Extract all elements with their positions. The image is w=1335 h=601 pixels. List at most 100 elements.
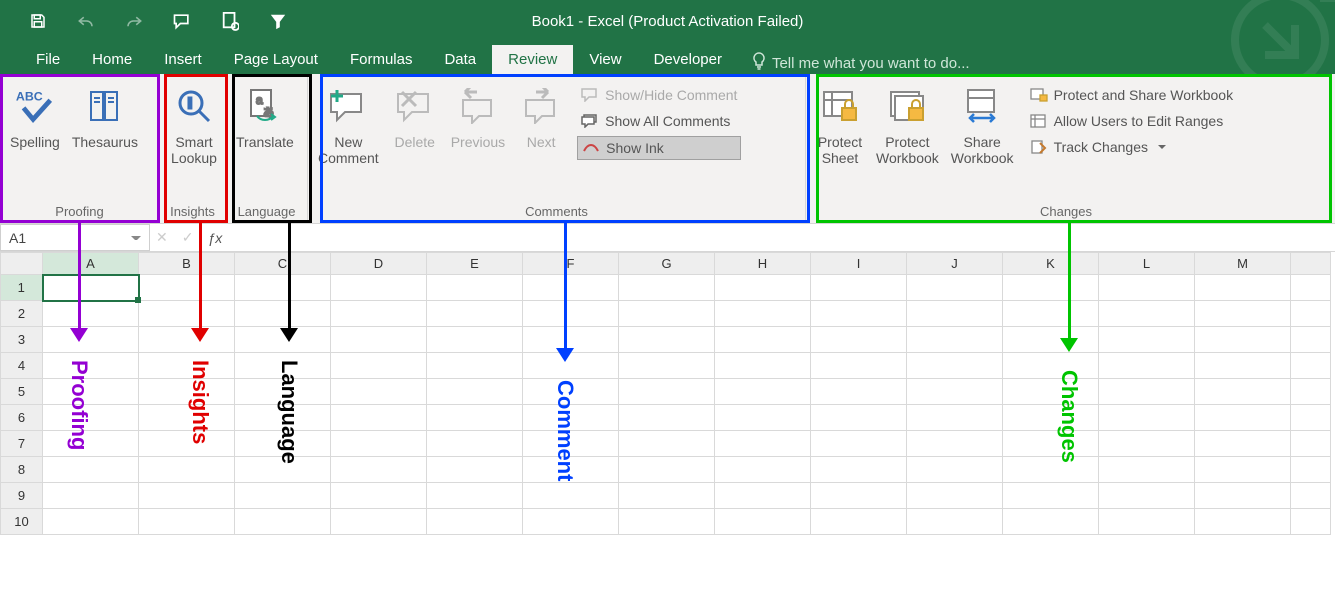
col-header[interactable]: A <box>43 253 139 275</box>
cell[interactable] <box>43 431 139 457</box>
cell[interactable] <box>1291 509 1331 535</box>
cell[interactable] <box>811 327 907 353</box>
cell[interactable] <box>811 301 907 327</box>
fx-icon[interactable]: ƒx <box>207 230 222 246</box>
select-all-corner[interactable] <box>1 253 43 275</box>
cell[interactable] <box>1003 431 1099 457</box>
col-header[interactable]: I <box>811 253 907 275</box>
cell[interactable] <box>427 509 523 535</box>
cell[interactable] <box>907 457 1003 483</box>
col-header[interactable]: L <box>1099 253 1195 275</box>
col-header[interactable]: H <box>715 253 811 275</box>
cell[interactable] <box>715 327 811 353</box>
row-header[interactable]: 9 <box>1 483 43 509</box>
cell[interactable] <box>811 483 907 509</box>
cell[interactable] <box>619 327 715 353</box>
protect-sheet-button[interactable]: Protect Sheet <box>810 80 870 168</box>
cell[interactable] <box>1099 483 1195 509</box>
cell[interactable] <box>43 275 139 301</box>
cell[interactable] <box>139 379 235 405</box>
cell[interactable] <box>427 379 523 405</box>
cell[interactable] <box>139 275 235 301</box>
share-workbook-button[interactable]: Share Workbook <box>945 80 1020 168</box>
cell[interactable] <box>1195 379 1291 405</box>
cell[interactable] <box>1291 457 1331 483</box>
cell[interactable] <box>907 483 1003 509</box>
cell[interactable] <box>139 483 235 509</box>
cell[interactable] <box>1003 405 1099 431</box>
cell[interactable] <box>1195 431 1291 457</box>
cell[interactable] <box>1195 353 1291 379</box>
cell[interactable] <box>235 327 331 353</box>
cell[interactable] <box>1099 353 1195 379</box>
cell[interactable] <box>811 457 907 483</box>
cell[interactable] <box>907 301 1003 327</box>
cell[interactable] <box>1003 353 1099 379</box>
cell[interactable] <box>523 275 619 301</box>
cell[interactable] <box>235 275 331 301</box>
cell[interactable] <box>811 275 907 301</box>
cell[interactable] <box>331 275 427 301</box>
cell[interactable] <box>1291 327 1331 353</box>
cell[interactable] <box>1291 379 1331 405</box>
cell[interactable] <box>715 405 811 431</box>
cell[interactable] <box>427 483 523 509</box>
cell[interactable] <box>331 301 427 327</box>
name-box-dropdown-icon[interactable] <box>131 236 141 246</box>
cell[interactable] <box>1291 301 1331 327</box>
col-header[interactable]: B <box>139 253 235 275</box>
cell[interactable] <box>619 431 715 457</box>
cell[interactable] <box>907 509 1003 535</box>
cell[interactable] <box>715 483 811 509</box>
cell[interactable] <box>427 431 523 457</box>
col-header[interactable]: G <box>619 253 715 275</box>
cell[interactable] <box>1003 483 1099 509</box>
tab-file[interactable]: File <box>20 45 76 74</box>
tab-formulas[interactable]: Formulas <box>334 45 429 74</box>
cell[interactable] <box>427 327 523 353</box>
cell[interactable] <box>523 483 619 509</box>
new-comment-icon[interactable] <box>172 11 192 31</box>
cell[interactable] <box>907 431 1003 457</box>
cell[interactable] <box>139 457 235 483</box>
cell[interactable] <box>235 353 331 379</box>
worksheet-grid[interactable]: A B C D E F G H I J K L M 12345678910 <box>0 252 1335 601</box>
cell[interactable] <box>619 405 715 431</box>
cell[interactable] <box>811 353 907 379</box>
track-changes-button[interactable]: Track Changes <box>1026 136 1238 158</box>
col-header[interactable]: E <box>427 253 523 275</box>
cell[interactable] <box>43 457 139 483</box>
cell[interactable] <box>1291 353 1331 379</box>
cell[interactable] <box>331 353 427 379</box>
cell[interactable] <box>1195 483 1291 509</box>
cell[interactable] <box>43 379 139 405</box>
cell[interactable] <box>619 275 715 301</box>
cell[interactable] <box>427 405 523 431</box>
cell[interactable] <box>427 457 523 483</box>
row-header[interactable]: 10 <box>1 509 43 535</box>
tab-data[interactable]: Data <box>428 45 492 74</box>
cell[interactable] <box>1099 431 1195 457</box>
save-icon[interactable] <box>28 11 48 31</box>
cell[interactable] <box>907 353 1003 379</box>
row-header[interactable]: 8 <box>1 457 43 483</box>
cell[interactable] <box>619 301 715 327</box>
new-comment-button[interactable]: New Comment <box>312 80 385 168</box>
cell[interactable] <box>907 327 1003 353</box>
cell[interactable] <box>331 431 427 457</box>
cell[interactable] <box>811 509 907 535</box>
cell[interactable] <box>523 457 619 483</box>
show-ink-button[interactable]: Show Ink <box>577 136 741 160</box>
cell[interactable] <box>1291 483 1331 509</box>
cell[interactable] <box>1195 509 1291 535</box>
cell[interactable] <box>1195 275 1291 301</box>
cell[interactable] <box>235 431 331 457</box>
thesaurus-button[interactable]: Thesaurus <box>66 80 144 152</box>
cell[interactable] <box>811 405 907 431</box>
row-header[interactable]: 3 <box>1 327 43 353</box>
cell[interactable] <box>331 405 427 431</box>
cell[interactable] <box>427 275 523 301</box>
cell[interactable] <box>523 301 619 327</box>
cell[interactable] <box>715 275 811 301</box>
cell[interactable] <box>811 379 907 405</box>
